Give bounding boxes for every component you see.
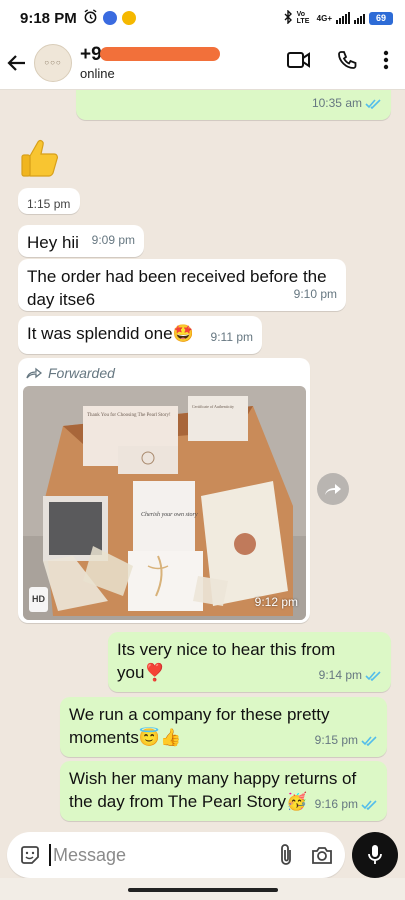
more-vertical-icon bbox=[383, 50, 389, 70]
message-time: 9:14 pm bbox=[318, 668, 362, 682]
more-options-button[interactable] bbox=[383, 50, 389, 75]
photo-image: Thank You for Choosing The Pearl Story! … bbox=[23, 386, 306, 620]
certificate-text: Certificate of Authenticity bbox=[192, 404, 234, 409]
forward-arrow-icon bbox=[325, 484, 341, 495]
camera-icon bbox=[312, 847, 332, 864]
emoji-sticker-button[interactable] bbox=[19, 844, 41, 866]
message-bubble-in[interactable]: It was splendid one🤩 9:11 pm bbox=[18, 316, 262, 354]
double-check-icon bbox=[361, 735, 377, 746]
signal-icon bbox=[336, 12, 350, 24]
contact-number: +9 bbox=[80, 44, 102, 65]
back-arrow-icon bbox=[7, 54, 25, 71]
avatar-logo: ○○○ bbox=[44, 58, 62, 67]
order-box-photo[interactable]: Thank You for Choosing The Pearl Story! … bbox=[23, 386, 306, 620]
message-meta: 9:14 pm bbox=[319, 664, 382, 687]
attach-button[interactable] bbox=[279, 843, 293, 867]
message-time: 9:12 pm bbox=[254, 595, 298, 609]
avatar[interactable]: ○○○ bbox=[34, 43, 72, 82]
redaction-mark bbox=[100, 47, 220, 61]
forwarded-label: Forwarded bbox=[24, 362, 304, 384]
message-time: 1:15 pm bbox=[27, 197, 71, 211]
app-notification-icon bbox=[102, 11, 117, 25]
header-actions bbox=[287, 50, 405, 75]
app-notification-icon-2 bbox=[121, 11, 136, 25]
microphone-icon bbox=[368, 845, 382, 864]
battery-indicator: 69 bbox=[369, 11, 393, 25]
sticker-time-chip: 1:15 pm bbox=[18, 188, 80, 214]
message-text: It was splendid one🤩 bbox=[27, 324, 194, 343]
status-right-group: Vo LTE 4G+ 69 bbox=[283, 9, 393, 26]
double-check-icon bbox=[361, 799, 377, 810]
voice-call-button[interactable] bbox=[337, 50, 357, 75]
home-indicator[interactable] bbox=[128, 888, 278, 892]
status-time: 9:18 PM bbox=[20, 9, 77, 27]
message-bubble-out[interactable]: 10:35 am bbox=[76, 90, 391, 120]
forwarded-text: Forwarded bbox=[48, 364, 115, 381]
voice-record-button[interactable] bbox=[352, 832, 398, 878]
bluetooth-icon bbox=[283, 9, 293, 26]
message-time: 9:10 pm bbox=[293, 287, 337, 301]
message-meta: 10:35 am bbox=[312, 92, 382, 115]
message-time: 9:11 pm bbox=[210, 330, 253, 344]
forwarded-image-message[interactable]: Forwarded Thank You for Choosing The Pea… bbox=[18, 358, 310, 623]
message-input-box[interactable]: Message bbox=[7, 832, 345, 878]
message-meta: 9:09 pm bbox=[92, 229, 135, 252]
thumbs-up-icon bbox=[21, 139, 58, 177]
message-text: Its very nice to hear this from you❣️ bbox=[117, 640, 336, 682]
chat-area[interactable]: 10:35 am 1:15 pm Hey hii 9:09 pm The ord… bbox=[0, 90, 405, 830]
camera-button[interactable] bbox=[311, 845, 333, 865]
message-bubble-out[interactable]: Wish her many many happy returns of the … bbox=[60, 761, 387, 821]
message-meta: 9:11 pm bbox=[211, 326, 253, 349]
video-call-button[interactable] bbox=[287, 51, 311, 74]
message-time: 10:35 am bbox=[311, 96, 362, 110]
card-title-text: Thank You for Choosing The Pearl Story! bbox=[87, 413, 171, 418]
message-text: We run a company for these pretty moment… bbox=[69, 705, 330, 747]
message-text: The order had been received before the d… bbox=[27, 267, 327, 309]
system-nav-bar bbox=[0, 878, 405, 900]
double-check-icon bbox=[365, 670, 381, 681]
message-text: Hey hii bbox=[27, 233, 79, 252]
back-button[interactable] bbox=[0, 36, 34, 90]
signal-icon-2 bbox=[354, 12, 365, 24]
message-bubble-out[interactable]: Its very nice to hear this from you❣️ 9:… bbox=[108, 632, 391, 692]
forward-button[interactable] bbox=[317, 473, 349, 505]
alarm-icon bbox=[83, 8, 98, 28]
phone-icon bbox=[338, 51, 357, 69]
message-bubble-in[interactable]: Hey hii 9:09 pm bbox=[18, 225, 144, 257]
message-time: 9:09 pm bbox=[91, 233, 135, 247]
message-input[interactable]: Message bbox=[49, 844, 126, 866]
status-bar: 9:18 PM Vo LTE 4G+ 69 bbox=[0, 0, 405, 36]
message-bubble-out[interactable]: We run a company for these pretty moment… bbox=[60, 697, 387, 757]
message-time: 9:16 pm bbox=[314, 797, 358, 811]
paperclip-icon bbox=[281, 844, 291, 865]
volte-label: Vo LTE bbox=[296, 11, 310, 25]
contact-info[interactable]: +9 online bbox=[80, 44, 220, 81]
network-label: 4G+ bbox=[316, 13, 332, 23]
contact-status: online bbox=[80, 66, 115, 81]
message-input-bar: Message bbox=[0, 830, 405, 878]
note-text: Cherish your own story bbox=[141, 512, 198, 518]
message-meta: 9:16 pm bbox=[315, 793, 378, 816]
message-bubble-in[interactable]: The order had been received before the d… bbox=[18, 259, 346, 311]
sticker-thumbs-up[interactable] bbox=[18, 136, 64, 180]
message-meta: 9:15 pm bbox=[315, 729, 378, 752]
chat-header: ○○○ +9 online bbox=[0, 36, 405, 90]
sticker-icon bbox=[21, 846, 39, 864]
double-check-icon bbox=[365, 98, 381, 109]
contact-name: +9 bbox=[80, 44, 220, 66]
hd-badge: HD bbox=[29, 587, 48, 612]
message-meta: 9:10 pm bbox=[294, 283, 337, 306]
video-camera-icon bbox=[287, 52, 310, 68]
forward-icon bbox=[26, 367, 42, 379]
message-time: 9:15 pm bbox=[314, 733, 358, 747]
